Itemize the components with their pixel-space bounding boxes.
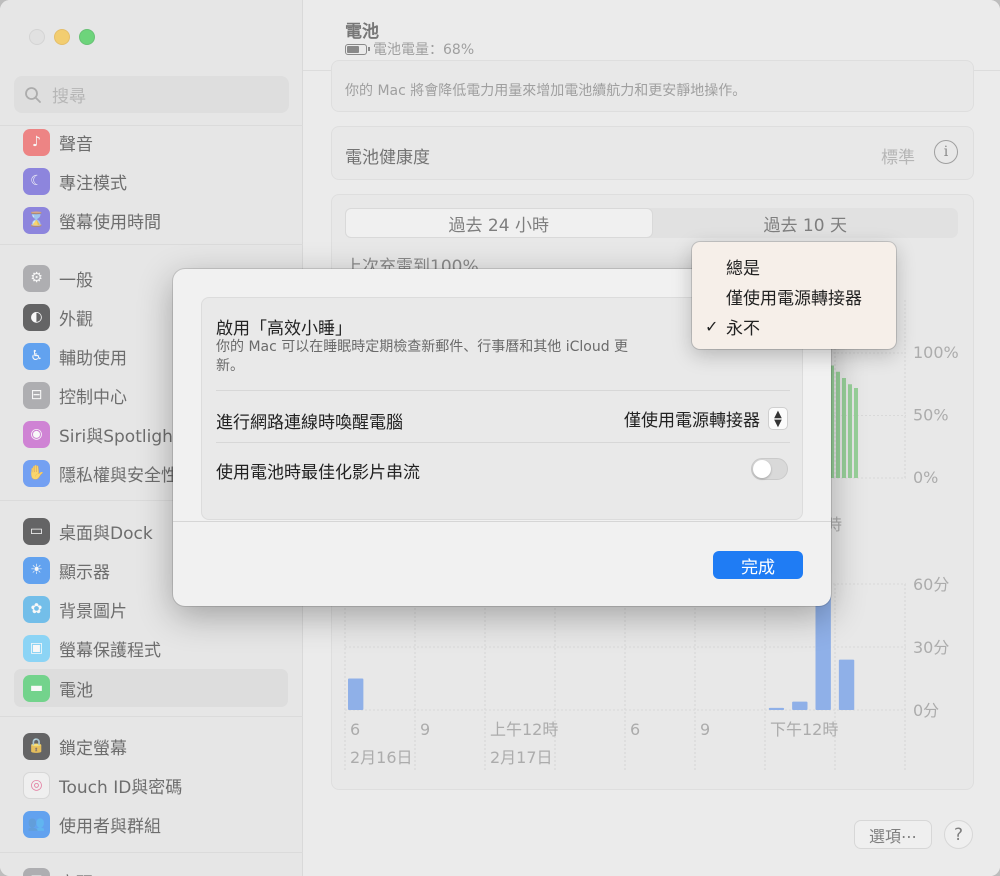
menu-item-label: 總是 [726,258,760,279]
menu-item-label: 永不 [726,318,760,339]
power-nap-label: 啟用「高效小睡」 [216,319,352,339]
settings-window: 搜尋 ♪ 聲音 ☾ 專注模式 ⌛ 螢幕使用時間 ⚙ 一般 ◐ 外觀 ♿ 輔助使用 ⊟ 控制中心 ◉ Siri與… [0,0,1000,876]
wake-network-menu: 總是僅使用電源轉接器 ✓ 永不 [692,242,896,349]
menu-item[interactable]: 總是 [692,251,896,281]
menu-item-label: 僅使用電源轉接器 [726,288,862,309]
optimize-video-label: 使用電池時最佳化影片串流 [216,463,420,483]
dialog-footer-divider [173,521,831,522]
wake-network-select[interactable]: 僅使用電源轉接器 ▲ ▼ [624,406,788,431]
checkmark-icon: ✓ [705,316,719,336]
power-nap-description: 你的 Mac 可以在睡眠時定期檢查新郵件、行事曆和其他 iCloud 更新。 [216,339,629,374]
wake-network-value: 僅使用電源轉接器 [624,411,760,431]
optimize-video-toggle[interactable] [751,458,788,480]
menu-item[interactable]: ✓ 永不 [692,311,896,341]
row-divider [216,442,790,443]
menu-item[interactable]: 僅使用電源轉接器 [692,281,896,311]
row-divider [216,390,790,391]
done-button[interactable]: 完成 [713,551,803,579]
wake-network-label: 進行網路連線時喚醒電腦 [216,413,403,433]
updown-chevron-icon: ▲ ▼ [768,407,788,430]
